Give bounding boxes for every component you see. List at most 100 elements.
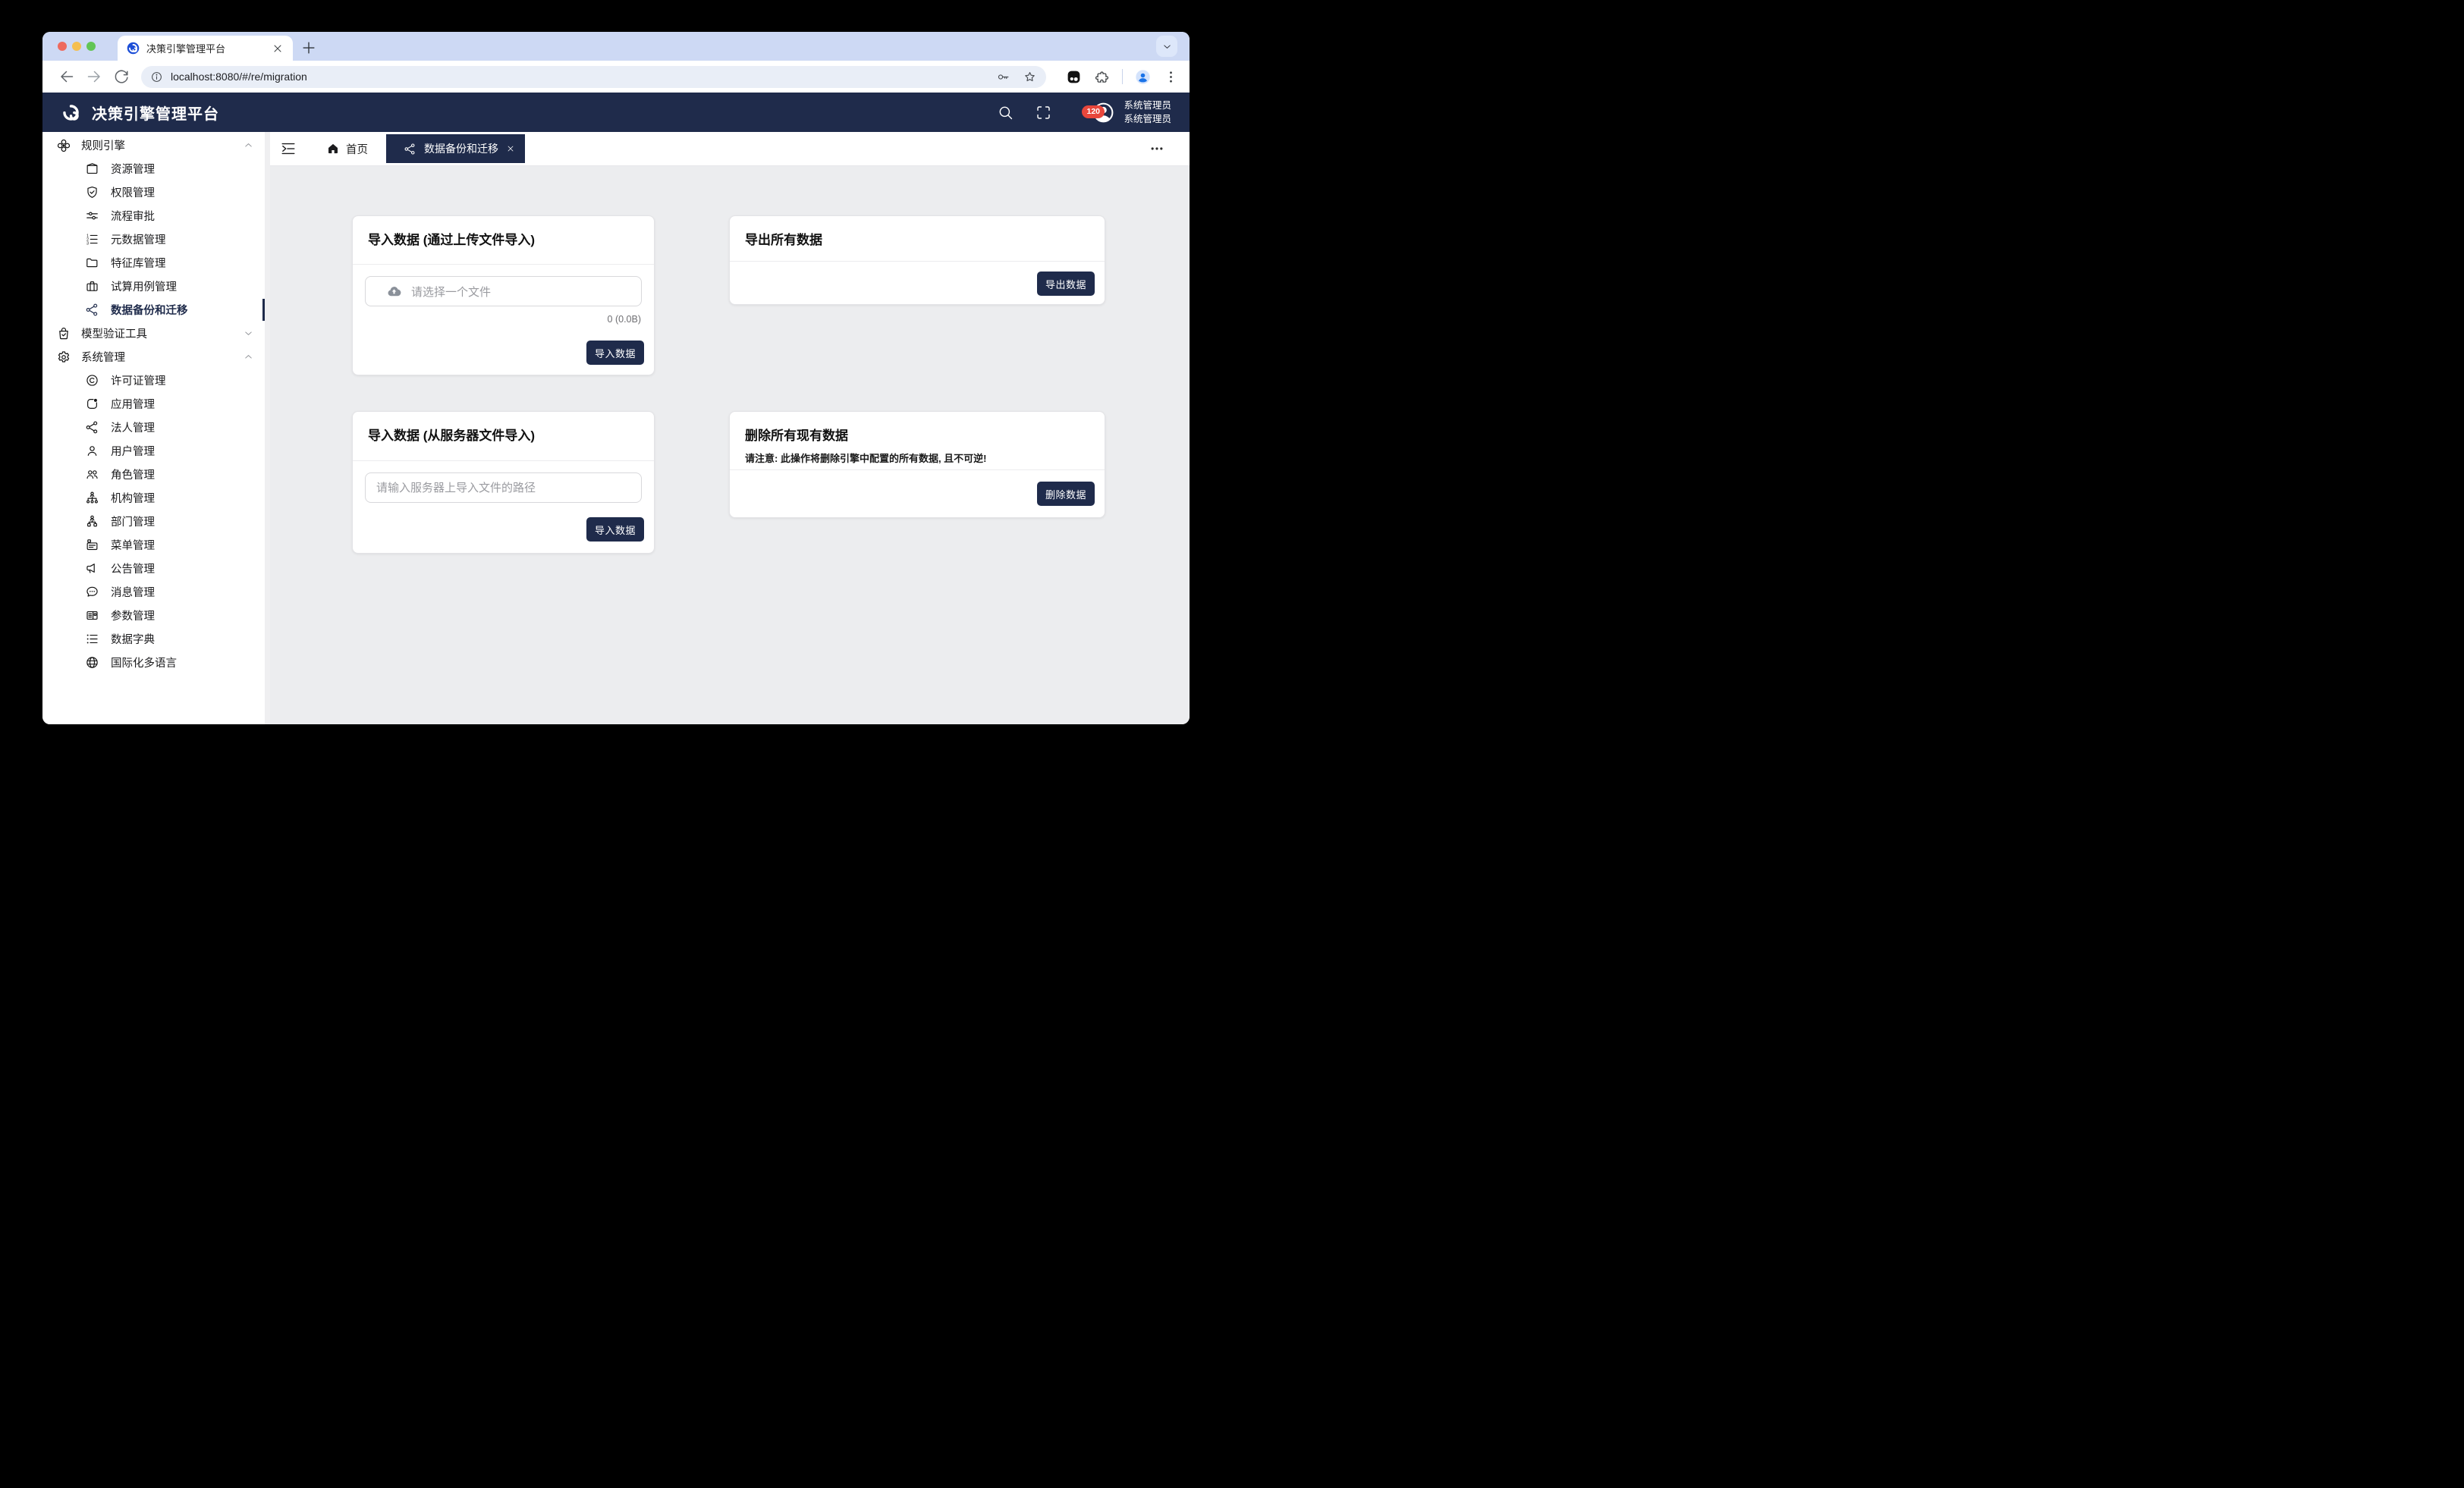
sidebar-item[interactable]: 国际化多语言 [42,651,270,674]
sidebar-item[interactable]: 试算用例管理 [42,275,270,298]
sidebar-item[interactable]: 特征库管理 [42,251,270,275]
back-icon[interactable] [58,67,76,86]
users-icon [85,467,99,482]
sidebar-item-label: 特征库管理 [111,255,166,271]
app-title: 决策引擎管理平台 [92,102,219,124]
card-title: 导入数据 (通过上传文件导入) [368,229,639,248]
search-icon[interactable] [997,104,1014,121]
chevron-up-icon [243,351,254,363]
minimize-window-button[interactable] [72,42,81,51]
sidebar-item[interactable]: 角色管理 [42,463,270,486]
toolbar-divider [1122,69,1123,84]
list-icon [85,632,99,646]
tab-search-chevron-icon[interactable] [1156,36,1177,57]
user-name: 系统管理员 [1124,99,1171,112]
close-window-button[interactable] [58,42,67,51]
collapse-sidebar-icon[interactable] [280,140,297,157]
notebook-icon [85,162,99,176]
sidebar-item[interactable]: 参数管理 [42,604,270,627]
user-info[interactable]: 系统管理员 系统管理员 [1124,99,1171,126]
sliders-icon [85,209,99,223]
sidebar-group-0[interactable]: 规则引擎 [42,133,270,157]
sidebar-item[interactable]: 数据备份和迁移 [42,298,270,322]
user-icon [85,444,99,458]
sidebar-item[interactable]: 机构管理 [42,486,270,510]
browser-tab-strip: 决策引擎管理平台 [42,32,1190,61]
forward-icon[interactable] [85,67,103,86]
sidebar: 规则引擎资源管理权限管理流程审批123元数据管理特征库管理试算用例管理数据备份和… [42,132,270,724]
password-key-icon[interactable] [996,70,1010,84]
card-divider [353,460,654,461]
import-data-button[interactable]: 导入数据 [586,341,644,365]
sidebar-item[interactable]: 123元数据管理 [42,228,270,251]
share-icon [404,143,416,155]
tab-close-icon[interactable] [506,144,515,153]
message-count-badge: 120 [1082,105,1105,118]
tab-title: 决策引擎管理平台 [146,41,272,55]
sidebar-item[interactable]: 应用管理 [42,392,270,416]
sidebar-item[interactable]: 菜单管理 [42,533,270,557]
site-info-icon[interactable] [150,71,163,83]
card-divider [730,261,1105,262]
home-label: 首页 [346,141,368,157]
sidebar-item[interactable]: 部门管理 [42,510,270,533]
sidebar-item[interactable]: 用户管理 [42,439,270,463]
tab-home[interactable]: 首页 [320,141,368,157]
delete-data-button[interactable]: 删除数据 [1037,482,1095,506]
sidebar-item[interactable]: 数据字典 [42,627,270,651]
tab-data-migration[interactable]: 数据备份和迁移 [386,134,525,163]
browser-toolbar: localhost:8080/#/re/migration [42,61,1190,93]
delete-warning-text: 请注意: 此操作将删除引擎中配置的所有数据, 且不可逆! [745,450,1089,465]
org-tree-icon [85,491,99,505]
profile-avatar-icon[interactable] [1135,69,1151,85]
card-delete-all: 删除所有现有数据 请注意: 此操作将删除引擎中配置的所有数据, 且不可逆! 删除… [729,411,1105,518]
sidebar-group-1[interactable]: 模型验证工具 [42,322,270,345]
reload-icon[interactable] [112,67,130,86]
import-data-button[interactable]: 导入数据 [586,517,644,542]
sidebar-item-label: 用户管理 [111,443,155,459]
share-icon [85,420,99,435]
tabs-more-kebab-icon[interactable] [1149,141,1164,156]
extension-dark-icon[interactable] [1066,69,1082,85]
export-data-button[interactable]: 导出数据 [1037,272,1095,296]
sidebar-item[interactable]: 许可证管理 [42,369,270,392]
sidebar-item-label: 部门管理 [111,513,155,529]
browser-menu-kebab-icon[interactable] [1163,69,1179,85]
address-bar[interactable]: localhost:8080/#/re/migration [141,66,1046,88]
sidebar-item[interactable]: 公告管理 [42,557,270,580]
sidebar-group-2[interactable]: 系统管理 [42,345,270,369]
sidebar-item-label: 公告管理 [111,560,155,576]
copyright-icon [85,373,99,388]
sidebar-scrollbar[interactable] [265,132,270,724]
sidebar-item[interactable]: 权限管理 [42,181,270,204]
sidebar-group-label: 规则引擎 [81,137,125,153]
cluster-icon [56,138,71,153]
zoom-window-button[interactable] [86,42,96,51]
sidebar-item[interactable]: 法人管理 [42,416,270,439]
file-select-field[interactable]: 请选择一个文件 [365,276,642,306]
sidebar-item[interactable]: 资源管理 [42,157,270,181]
extensions-puzzle-icon[interactable] [1094,69,1110,85]
share-icon [85,303,99,317]
file-size-info: 0 (0.0B) [608,314,641,325]
bookmark-star-icon[interactable] [1023,70,1037,84]
page-content: 导入数据 (通过上传文件导入) 请选择一个文件 0 (0.0B) 导入数据 导出… [270,166,1190,724]
active-tab-label: 数据备份和迁移 [424,141,498,156]
chevron-down-icon [243,328,254,339]
fullscreen-icon[interactable] [1035,104,1052,121]
upload-cloud-icon [386,284,402,300]
card-title: 导出所有数据 [745,229,1089,248]
megaphone-icon [85,561,99,576]
app-dot-icon [85,397,99,411]
tab-close-icon[interactable] [272,42,284,55]
sidebar-item-label: 元数据管理 [111,231,166,247]
sidebar-item-label: 菜单管理 [111,537,155,553]
sidebar-item-label: 数据备份和迁移 [111,302,188,318]
sidebar-item[interactable]: 流程审批 [42,204,270,228]
sidebar-item-label: 国际化多语言 [111,655,177,670]
new-tab-button[interactable] [300,39,317,56]
server-path-input[interactable] [365,472,642,503]
url-text: localhost:8080/#/re/migration [171,71,984,83]
sidebar-item[interactable]: 消息管理 [42,580,270,604]
browser-tab[interactable]: 决策引擎管理平台 [118,36,293,61]
